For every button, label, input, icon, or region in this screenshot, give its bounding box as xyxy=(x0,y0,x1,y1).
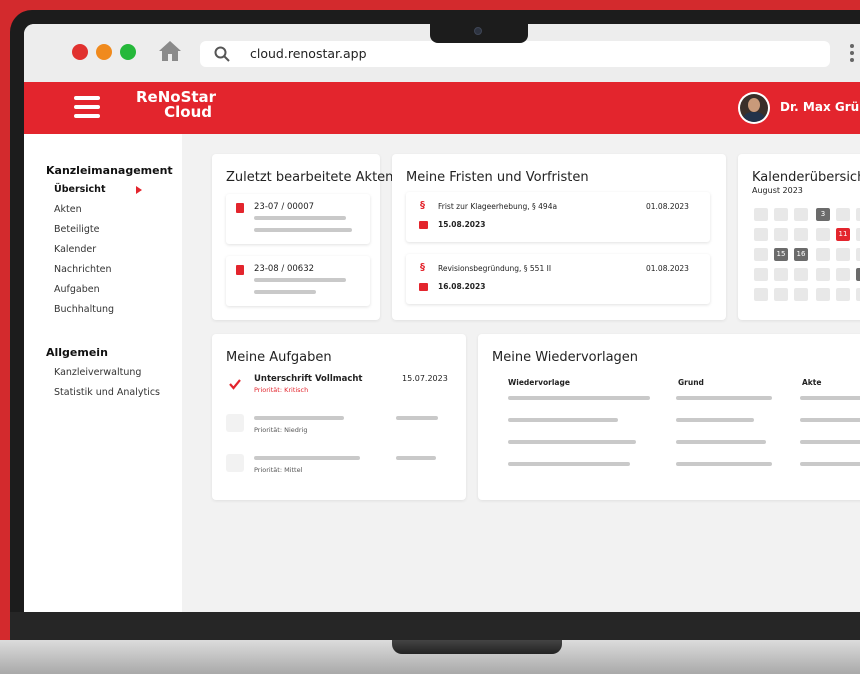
aufgaben-card: Meine Aufgaben Unterschrift Vollmacht Pr… xyxy=(212,334,466,500)
window-close-button[interactable] xyxy=(72,44,88,60)
check-icon[interactable] xyxy=(229,378,241,390)
sidebar-item-kanzleiverwaltung[interactable]: Kanzleiverwaltung xyxy=(54,367,141,378)
calendar-day[interactable]: 3 xyxy=(816,208,830,221)
akte-item[interactable]: 23-08 / 00632 xyxy=(226,256,370,306)
sidebar-item-beteiligte[interactable]: Beteiligte xyxy=(54,224,99,235)
task-priority: Priorität: Mittel xyxy=(254,466,303,474)
task-priority: Priorität: Niedrig xyxy=(254,426,308,434)
window-maximize-button[interactable] xyxy=(120,44,136,60)
avatar[interactable] xyxy=(738,92,770,124)
document-icon xyxy=(236,265,244,275)
sidebar-section-title: Allgemein xyxy=(46,346,108,359)
frist-item[interactable]: § Frist zur Klageerhebung, § 494a 01.08.… xyxy=(406,192,710,242)
frist-date: 01.08.2023 xyxy=(646,264,689,273)
sidebar-section-title: Kanzleimanagement xyxy=(46,164,173,177)
akten-card: Zuletzt bearbeitete Akten 23-07 / 00007 … xyxy=(212,154,393,320)
laptop-hinge xyxy=(392,640,562,654)
task-title[interactable]: Unterschrift Vollmacht xyxy=(254,374,362,384)
calendar-day[interactable]: 16 xyxy=(794,248,808,261)
sidebar-item-buchhaltung[interactable]: Buchhaltung xyxy=(54,304,114,315)
hamburger-menu-icon[interactable] xyxy=(74,96,100,118)
task-priority: Priorität: Kritisch xyxy=(254,386,309,394)
frist-deadline: 15.08.2023 xyxy=(438,220,486,229)
task-date: 15.07.2023 xyxy=(402,374,448,383)
sidebar-item-uebersicht[interactable]: Übersicht xyxy=(54,184,142,195)
app-header: ReNoStar Cloud Dr. Max Gründl xyxy=(24,82,860,134)
document-icon xyxy=(236,203,244,213)
wiedervorlagen-card: Meine Wiedervorlagen Wiedervorlage Grund… xyxy=(478,334,860,500)
browser-menu-icon[interactable] xyxy=(850,44,860,62)
camera-notch xyxy=(430,23,528,43)
app-logo[interactable]: ReNoStar Cloud xyxy=(136,90,216,121)
address-bar[interactable]: cloud.renostar.app xyxy=(200,41,830,67)
sidebar-item-nachrichten[interactable]: Nachrichten xyxy=(54,264,112,275)
user-name[interactable]: Dr. Max Gründl xyxy=(780,100,860,114)
column-header[interactable]: Wiedervorlage xyxy=(508,378,570,387)
search-icon xyxy=(214,46,230,62)
url-text: cloud.renostar.app xyxy=(250,46,367,61)
active-arrow-icon xyxy=(136,186,142,194)
home-icon[interactable] xyxy=(158,40,182,62)
camera-icon xyxy=(474,27,482,35)
task-checkbox[interactable] xyxy=(226,414,244,432)
calendar-month: August 2023 xyxy=(752,186,803,195)
sidebar-item-akten[interactable]: Akten xyxy=(54,204,82,215)
akte-number: 23-07 / 00007 xyxy=(254,202,315,212)
screen: cloud.renostar.app ReNoStar Cloud Dr. Ma… xyxy=(24,24,860,612)
calendar-day-today[interactable]: 11 xyxy=(836,228,850,241)
frist-text: Frist zur Klageerhebung, § 494a xyxy=(438,202,558,211)
card-title: Meine Aufgaben xyxy=(226,350,332,365)
card-title: Meine Fristen und Vorfristen xyxy=(406,170,589,185)
akte-item[interactable]: 23-07 / 00007 xyxy=(226,194,370,244)
calendar-day[interactable]: 15 xyxy=(774,248,788,261)
fristen-card: Meine Fristen und Vorfristen § Frist zur… xyxy=(392,154,726,320)
frist-date: 01.08.2023 xyxy=(646,202,689,211)
sidebar-item-statistik[interactable]: Statistik und Analytics xyxy=(54,387,160,398)
task-checkbox[interactable] xyxy=(226,454,244,472)
frist-text: Revisionsbegründung, § 551 II xyxy=(438,264,552,273)
frist-item[interactable]: § Revisionsbegründung, § 551 II 01.08.20… xyxy=(406,254,710,304)
sidebar-item-aufgaben[interactable]: Aufgaben xyxy=(54,284,100,295)
akte-number: 23-08 / 00632 xyxy=(254,264,315,274)
card-title: Zuletzt bearbeitete Akten xyxy=(226,170,394,185)
column-header[interactable]: Akte xyxy=(802,378,821,387)
card-title: Meine Wiedervorlagen xyxy=(492,350,639,365)
logo-line2: Cloud xyxy=(164,103,212,121)
calendar-icon xyxy=(419,221,428,229)
window-minimize-button[interactable] xyxy=(96,44,112,60)
frist-deadline: 16.08.2023 xyxy=(438,282,486,291)
paragraph-icon: § xyxy=(420,262,425,273)
card-title: Kalenderübersicht xyxy=(752,170,860,185)
sidebar: Kanzleimanagement Übersicht Akten Beteil… xyxy=(24,134,182,612)
paragraph-icon: § xyxy=(420,200,425,211)
calendar-icon xyxy=(419,283,428,291)
column-header[interactable]: Grund xyxy=(678,378,704,387)
kalender-card: Kalenderübersicht August 2023 3 11 15 16 xyxy=(738,154,860,320)
sidebar-item-kalender[interactable]: Kalender xyxy=(54,244,96,255)
